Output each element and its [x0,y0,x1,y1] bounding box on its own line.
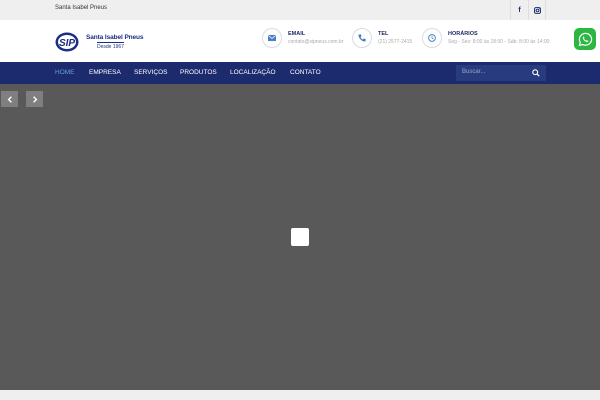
facebook-icon: f [518,6,521,14]
slider-prev-button[interactable] [1,91,18,107]
facebook-link[interactable]: f [510,0,528,20]
nav-item-produtos[interactable]: PRODUTOS [180,69,217,76]
slider-next-button[interactable] [26,91,43,107]
hours-value: Seg - Sex: 8:00 às 18:00 - Sáb: 8:00 às … [448,39,550,45]
envelope-icon [262,28,282,48]
site-name: Santa Isabel Pneus [55,5,108,11]
chevron-right-icon [32,95,37,103]
clock-icon [422,28,442,48]
nav-item-empresa[interactable]: EMPRESA [89,69,121,76]
search-icon[interactable] [532,69,540,77]
search-input[interactable]: Buscar... [462,69,485,75]
logo-since: Desde 1967 [97,42,124,50]
search-box: Buscar... [456,65,546,81]
chevron-left-icon [7,95,12,103]
phone-value[interactable]: (21) 2577-2415 [378,39,412,45]
header: SIP Santa Isabel Pneus Desde 1967 EMAIL … [0,20,600,62]
site-logo[interactable]: SIP Santa Isabel Pneus Desde 1967 [55,30,145,54]
whatsapp-button[interactable] [574,28,596,50]
phone-title: TEL [378,31,389,37]
svg-text:SIP: SIP [59,38,75,49]
whatsapp-icon [578,32,592,46]
top-bar: Santa Isabel Pneus f [0,0,600,20]
nav-item-localizacao[interactable]: LOCALIZAÇÃO [230,69,276,76]
instagram-icon [533,6,541,14]
email-title: EMAIL [288,31,306,37]
logo-mark: SIP [55,32,79,52]
email-value[interactable]: contato@sipneus.com.br [288,39,343,45]
nav-item-contato[interactable]: CONTATO [290,69,321,76]
nav-item-home[interactable]: HOME [55,69,75,76]
phone-icon [352,28,372,48]
logo-name: Santa Isabel Pneus [86,34,144,41]
hours-title: HORÁRIOS [448,31,478,37]
instagram-link[interactable] [528,0,546,20]
nav-item-servicos[interactable]: SERVIÇOS [134,69,167,76]
slider-loading-indicator [291,228,309,246]
